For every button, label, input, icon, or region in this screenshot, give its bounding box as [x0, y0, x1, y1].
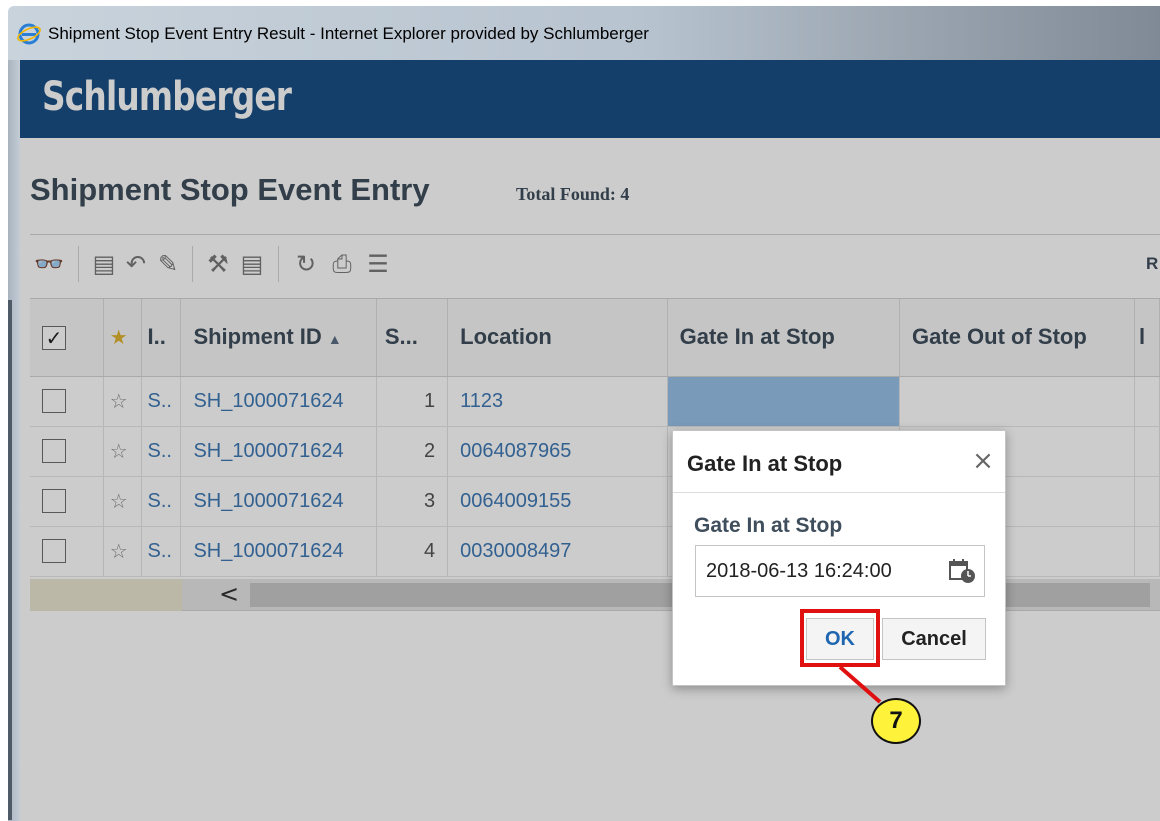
- dialog-header: Gate In at Stop ×: [673, 431, 1005, 493]
- window-frame-edge: [8, 300, 12, 820]
- window-title: Shipment Stop Event Entry Result - Inter…: [48, 24, 649, 43]
- window-frame-left: [8, 60, 20, 821]
- internet-explorer-icon: [17, 23, 41, 45]
- gate-in-field-label: Gate In at Stop: [694, 514, 843, 537]
- dialog-title: Gate In at Stop: [687, 451, 843, 476]
- close-icon[interactable]: ×: [969, 447, 997, 475]
- cancel-button[interactable]: Cancel: [882, 618, 986, 660]
- step-callout: 7: [871, 698, 921, 744]
- gate-in-datetime-field[interactable]: [695, 545, 985, 597]
- window-titlebar: Shipment Stop Event Entry Result - Inter…: [8, 6, 1160, 60]
- calendar-clock-icon[interactable]: [948, 558, 976, 584]
- browser-window: Shipment Stop Event Entry Result - Inter…: [0, 0, 1160, 821]
- annotation-highlight-box: [800, 609, 880, 667]
- gate-in-datetime-input[interactable]: [696, 546, 940, 596]
